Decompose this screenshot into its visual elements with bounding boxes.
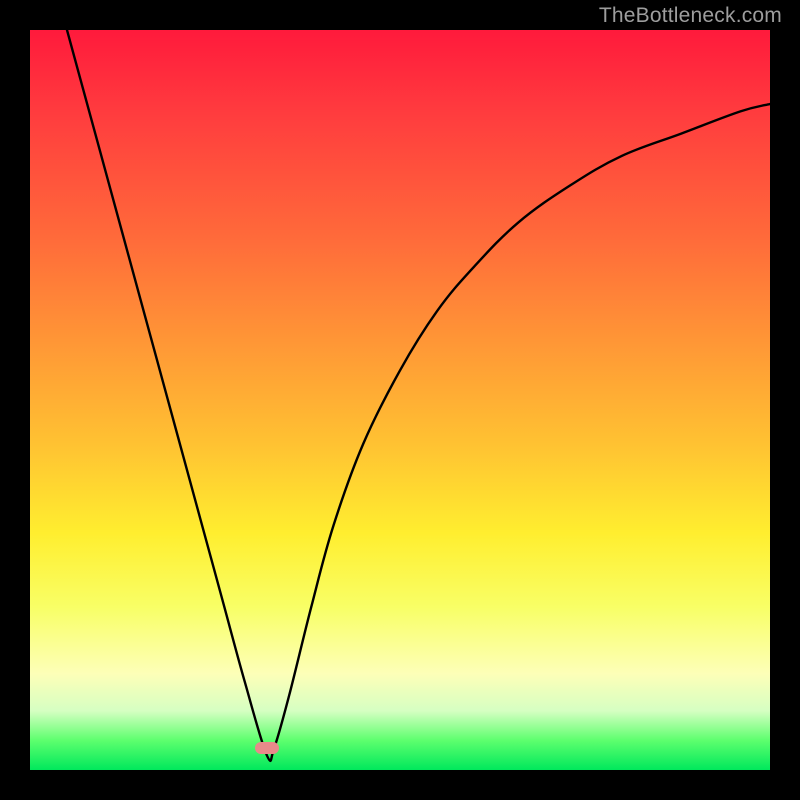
optimal-point-marker — [255, 742, 279, 754]
watermark-label: TheBottleneck.com — [599, 4, 782, 28]
bottleneck-curve — [67, 30, 770, 761]
plot-area — [30, 30, 770, 770]
chart-frame: TheBottleneck.com — [0, 0, 800, 800]
curve-svg — [30, 30, 770, 770]
